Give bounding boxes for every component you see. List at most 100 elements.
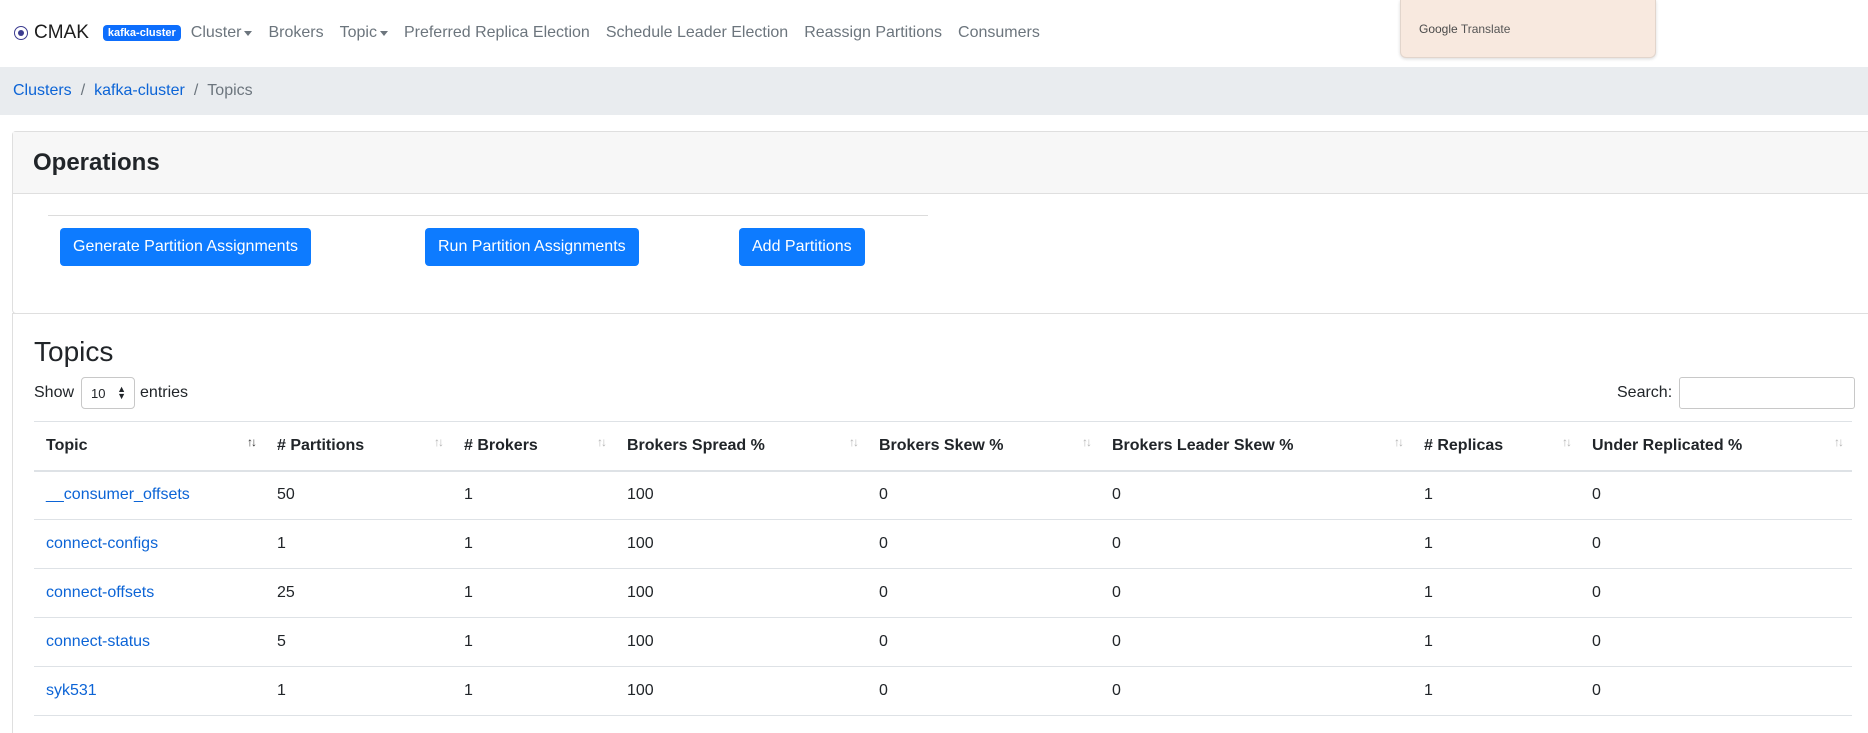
cmak-logo-icon xyxy=(14,26,28,40)
brokers-spread-cell: 100 xyxy=(615,568,867,618)
column-header-under-replicated[interactable]: Under Replicated % ↑↓ xyxy=(1580,421,1852,472)
operations-divider xyxy=(48,215,928,216)
operations-card: Operations Generate Partition Assignment… xyxy=(12,131,1868,314)
breadcrumb: Clusters / kafka-cluster / Topics xyxy=(0,67,1868,115)
topic-cell: connect-configs xyxy=(34,519,265,569)
search-label: Search: xyxy=(1617,384,1673,401)
column-header-label: Under Replicated % xyxy=(1592,436,1743,454)
brokers-leader-skew-cell: 0 xyxy=(1100,519,1412,569)
brokers-cell: 1 xyxy=(452,470,615,520)
column-header-replicas[interactable]: # Replicas ↑↓ xyxy=(1412,421,1580,472)
topic-link[interactable]: __consumer_offsets xyxy=(46,486,190,503)
column-header-brokers-leader-skew[interactable]: Brokers Leader Skew % ↑↓ xyxy=(1100,421,1412,472)
replicas-cell: 1 xyxy=(1412,666,1580,716)
column-header-label: Brokers Leader Skew % xyxy=(1112,436,1294,454)
partitions-cell: 25 xyxy=(265,568,452,618)
column-header-partitions[interactable]: # Partitions ↑↓ xyxy=(265,421,452,472)
table-row: __consumer_offsets 50 1 100 0 0 1 0 xyxy=(34,470,1852,520)
show-entries: Show 10 ▲ ▼ entries xyxy=(34,377,188,409)
brokers-spread-cell: 100 xyxy=(615,519,867,569)
partitions-cell: 50 xyxy=(265,470,452,520)
nav-topic-label: Topic xyxy=(339,24,377,41)
brokers-skew-cell: 0 xyxy=(867,666,1100,716)
column-header-brokers-skew[interactable]: Brokers Skew % ↑↓ xyxy=(867,421,1100,472)
brokers-skew-cell: 0 xyxy=(867,470,1100,520)
topic-link[interactable]: connect-status xyxy=(46,633,150,650)
cluster-badge: kafka-cluster xyxy=(102,25,181,41)
partitions-cell: 5 xyxy=(265,617,452,667)
brokers-cell: 1 xyxy=(452,617,615,667)
show-label: Show xyxy=(34,384,75,401)
entries-select[interactable]: 10 ▲ ▼ xyxy=(81,377,136,409)
sort-asc-icon: ↑↓ xyxy=(247,435,257,449)
column-header-label: Brokers Skew % xyxy=(879,436,1004,454)
entries-label: entries xyxy=(140,384,189,401)
column-header-brokers[interactable]: # Brokers ↑↓ xyxy=(452,421,615,472)
partitions-cell: 1 xyxy=(265,519,452,569)
nav-consumers[interactable]: Consumers xyxy=(958,24,1040,42)
nav-cluster-dropdown[interactable]: Cluster xyxy=(191,24,253,42)
sort-icon: ↑↓ xyxy=(434,435,444,449)
nav-schedule-leader-election[interactable]: Schedule Leader Election xyxy=(606,24,788,42)
brokers-spread-cell: 100 xyxy=(615,617,867,667)
sort-icon: ↑↓ xyxy=(1562,435,1572,449)
google-translate-brand: Google xyxy=(1419,22,1458,36)
operations-title: Operations xyxy=(33,148,160,176)
brokers-spread-cell: 100 xyxy=(615,666,867,716)
topics-card: Topics Show 10 ▲ ▼ entries Search: Topic ↑… xyxy=(12,313,1868,733)
topic-link[interactable]: syk531 xyxy=(46,682,97,699)
topic-cell: syk531 xyxy=(34,666,265,716)
sort-icon: ↑↓ xyxy=(849,435,859,449)
under-replicated-cell: 0 xyxy=(1580,519,1852,569)
column-header-label: # Replicas xyxy=(1424,436,1504,454)
google-translate-widget[interactable]: Google Translate xyxy=(1400,0,1656,58)
topic-link[interactable]: connect-configs xyxy=(46,535,158,552)
topic-link[interactable]: connect-offsets xyxy=(46,584,154,601)
column-header-topic[interactable]: Topic ↑↓ xyxy=(34,421,265,472)
run-partition-assignments-button[interactable]: Run Partition Assignments xyxy=(425,228,639,266)
search-wrap: Search: xyxy=(1617,377,1856,409)
partitions-cell: 1 xyxy=(265,666,452,716)
topic-cell: connect-offsets xyxy=(34,568,265,618)
nav-preferred-replica-election[interactable]: Preferred Replica Election xyxy=(404,24,590,42)
column-header-label: Brokers Spread % xyxy=(627,436,765,454)
replicas-cell: 1 xyxy=(1412,470,1580,520)
nav-brokers[interactable]: Brokers xyxy=(268,24,323,42)
table-row: connect-configs 1 1 100 0 0 1 0 xyxy=(34,519,1852,569)
column-header-brokers-spread[interactable]: Brokers Spread % ↑↓ xyxy=(615,421,867,472)
replicas-cell: 1 xyxy=(1412,568,1580,618)
replicas-cell: 1 xyxy=(1412,617,1580,667)
select-arrows-icon: ▲ ▼ xyxy=(117,384,127,401)
sort-icon: ↑↓ xyxy=(1082,435,1092,449)
table-row: connect-offsets 25 1 100 0 0 1 0 xyxy=(34,568,1852,618)
breadcrumb-current: Topics xyxy=(207,82,253,99)
under-replicated-cell: 0 xyxy=(1580,666,1852,716)
google-translate-label: Translate xyxy=(1460,22,1511,36)
breadcrumb-clusters[interactable]: Clusters xyxy=(13,82,72,100)
nav-cluster-label: Cluster xyxy=(190,24,242,41)
table-header-row: Topic ↑↓ # Partitions ↑↓ # Brokers ↑↓ Broke… xyxy=(34,421,1852,472)
add-partitions-button[interactable]: Add Partitions xyxy=(739,228,865,266)
column-header-label: # Partitions xyxy=(277,436,365,454)
breadcrumb-separator: / xyxy=(193,82,199,99)
brokers-skew-cell: 0 xyxy=(867,568,1100,618)
search-input[interactable] xyxy=(1679,377,1856,409)
brokers-leader-skew-cell: 0 xyxy=(1100,666,1412,716)
nav-reassign-partitions[interactable]: Reassign Partitions xyxy=(804,24,942,42)
generate-partition-assignments-button[interactable]: Generate Partition Assignments xyxy=(60,228,312,266)
brokers-cell: 1 xyxy=(452,666,615,716)
brokers-leader-skew-cell: 0 xyxy=(1100,617,1412,667)
breadcrumb-cluster[interactable]: kafka-cluster xyxy=(94,82,185,100)
column-header-label: Topic xyxy=(46,436,88,454)
brand-link[interactable]: CMAK xyxy=(14,22,89,44)
replicas-cell: 1 xyxy=(1412,519,1580,569)
under-replicated-cell: 0 xyxy=(1580,617,1852,667)
under-replicated-cell: 0 xyxy=(1580,568,1852,618)
chevron-down-icon xyxy=(244,30,253,36)
topics-title: Topics xyxy=(34,336,114,367)
sort-icon: ↑↓ xyxy=(1834,435,1844,449)
nav-topic-dropdown[interactable]: Topic xyxy=(340,24,388,42)
breadcrumb-separator: / xyxy=(80,82,86,99)
sort-icon: ↑↓ xyxy=(597,435,607,449)
under-replicated-cell: 0 xyxy=(1580,470,1852,520)
